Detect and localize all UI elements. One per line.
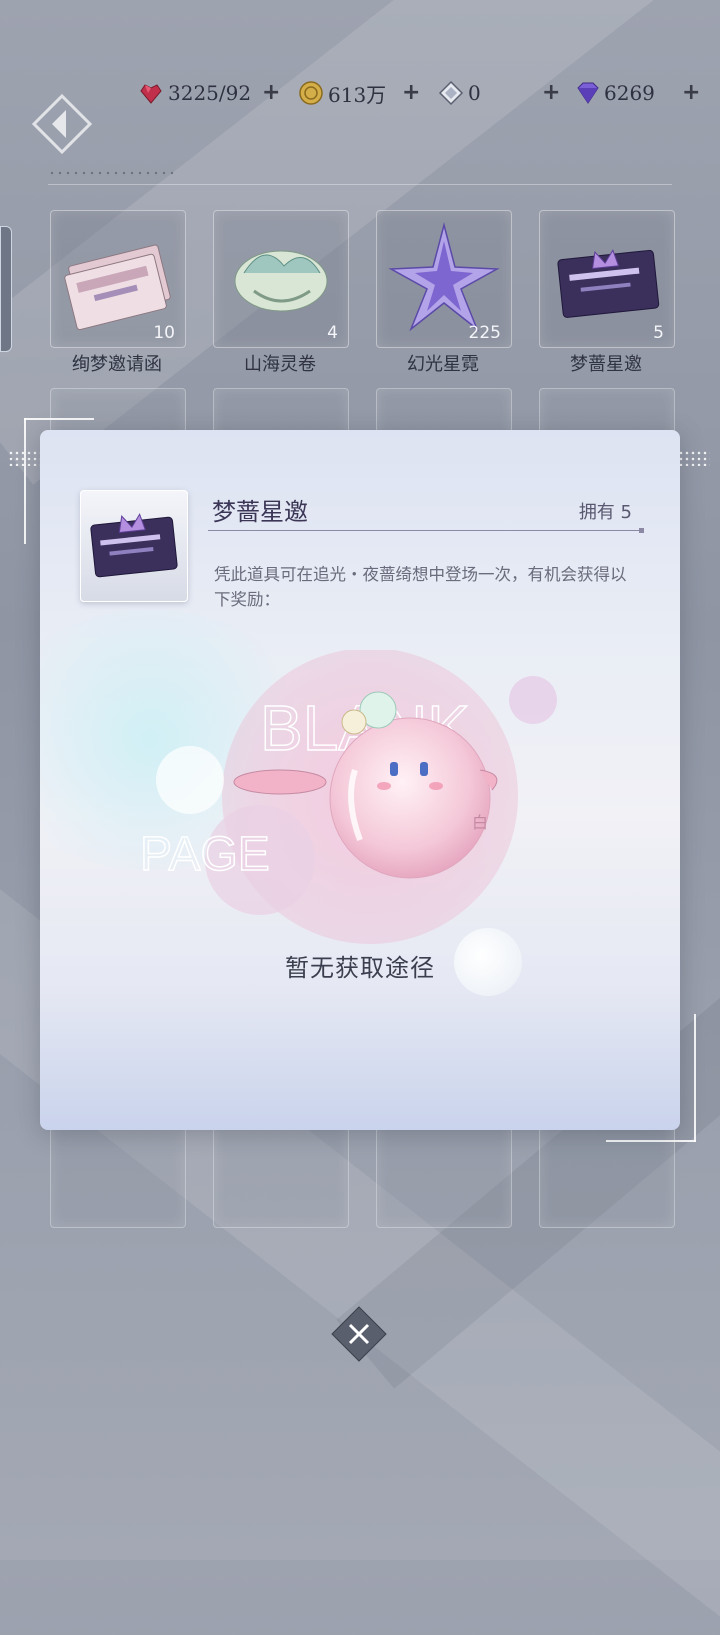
resource-value: 3225/92 (168, 81, 252, 105)
inventory-slot[interactable]: 4 (213, 210, 349, 348)
item-count: 10 (153, 323, 175, 343)
empty-state-illustration: BLANK PAGE 白 (139, 648, 580, 970)
resource-gold: 613万 (298, 78, 386, 108)
item-thumbnail (80, 490, 188, 602)
item-name: 幻光星霓 (407, 354, 479, 375)
placeholder-text-page: PAGE (140, 828, 270, 881)
decorative-dots (48, 170, 178, 176)
add-heart-button[interactable]: + (262, 80, 280, 105)
item-count: 4 (327, 323, 338, 343)
item-detail-modal: 梦蔷星邀 拥有 5 凭此道具可在追光・夜蔷绮想中登场一次，有机会获得以下奖励： … (40, 430, 680, 1130)
frame-line (24, 418, 94, 420)
title-underline (208, 528, 644, 533)
divider (48, 184, 672, 185)
resource-value: 0 (468, 81, 481, 105)
add-diamond-button[interactable]: + (682, 80, 700, 105)
inventory-slot[interactable]: 5 (539, 210, 675, 348)
item-name: 梦蔷星邀 (570, 354, 642, 375)
star-invitation-icon (90, 513, 178, 578)
resource-diamond: 6269 (574, 78, 655, 108)
inventory-slot[interactable]: 225 (376, 210, 512, 348)
item-count: 5 (653, 323, 664, 343)
mascot-illustration: BLANK PAGE 白 (139, 648, 557, 944)
item-name: 山海灵卷 (244, 354, 316, 375)
resource-value: 6269 (604, 81, 655, 105)
side-tab[interactable] (0, 226, 12, 352)
diamond-shard-icon (438, 80, 464, 106)
resource-value: 613万 (328, 82, 387, 107)
close-icon (331, 1306, 387, 1362)
frame-line (24, 418, 26, 544)
add-shard-button[interactable]: + (542, 80, 560, 105)
mascot-badge: 白 (472, 813, 488, 832)
purple-diamond-icon (574, 80, 600, 106)
resource-bar: 3225/92 + 613万 + 0 + 6269 + (0, 66, 720, 118)
resource-heart: 3225/92 (138, 78, 251, 108)
frame-line (606, 1140, 696, 1142)
item-title: 梦蔷星邀 (212, 498, 308, 526)
item-description: 凭此道具可在追光・夜蔷绮想中登场一次，有机会获得以下奖励： (214, 565, 627, 609)
add-gold-button[interactable]: + (402, 80, 420, 105)
heart-crystal-icon (138, 80, 164, 106)
resource-shard: 0 (438, 78, 481, 108)
inventory-slot[interactable]: 10 (50, 210, 186, 348)
owned-count: 拥有 5 (578, 502, 632, 523)
item-count: 225 (468, 323, 501, 343)
no-source-text: 暂无获取途径 (285, 954, 435, 982)
frame-line (694, 1014, 696, 1142)
close-button[interactable] (330, 1305, 388, 1363)
item-name: 绚梦邀请函 (72, 354, 162, 375)
gold-coin-icon (298, 80, 324, 106)
